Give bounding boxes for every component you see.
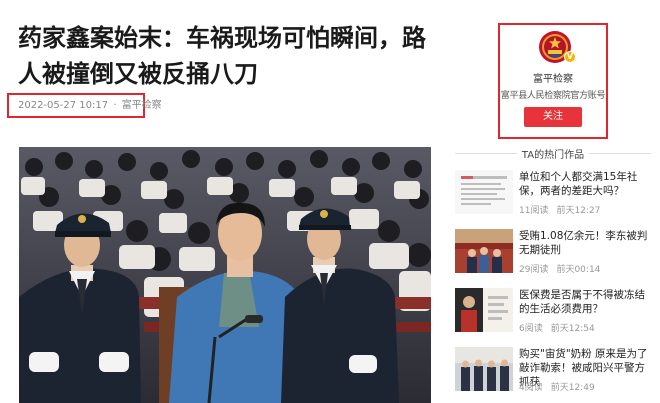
hot-item-stats: 29阅读 前天00:14: [519, 262, 600, 275]
verified-badge-icon: V: [564, 51, 576, 63]
hot-item-thumbnail[interactable]: [455, 229, 513, 273]
hot-item-stats: 11阅读 前天12:27: [519, 203, 600, 216]
article-photo: [19, 147, 431, 403]
hot-item-thumbnail[interactable]: [455, 170, 513, 214]
hot-item-title[interactable]: 受贿1.08亿余元！李东被判无期徒刑: [519, 229, 651, 257]
hot-item-stats: 6阅读 前天12:54: [519, 321, 595, 334]
meta-separator: ·: [113, 100, 117, 111]
hot-works-heading: TA的热门作品: [455, 146, 651, 161]
hot-item-thumbnail[interactable]: [455, 288, 513, 332]
hot-item[interactable]: 受贿1.08亿余元！李东被判无期徒刑 29阅读 前天00:14: [455, 229, 651, 285]
account-name[interactable]: 富平检察: [500, 70, 606, 85]
courtroom-photo: [19, 147, 431, 403]
hot-item-stats: 4阅读 前天12:49: [519, 380, 595, 393]
article-meta: 2022-05-27 10:17 · 富平检察: [7, 93, 162, 118]
article-title: 药家鑫案始末：车祸现场可怕瞬间，路人被撞倒又被反捅八刀: [18, 24, 426, 88]
hot-item-thumbnail[interactable]: [455, 347, 513, 391]
read-count: 29阅读: [519, 265, 549, 275]
hot-item-title[interactable]: 单位和个人都交满15年社保，两者的差距大吗？: [519, 170, 651, 198]
publish-time: 前天12:49: [550, 383, 595, 393]
source-link[interactable]: 富平检察: [122, 100, 162, 111]
read-count: 6阅读: [519, 324, 543, 334]
read-count: 11阅读: [519, 206, 549, 216]
publish-date: 2022-05-27 10:17: [18, 100, 109, 111]
hot-item[interactable]: 单位和个人都交满15年社保，两者的差距大吗？ 11阅读 前天12:27: [455, 170, 651, 226]
hot-item-title[interactable]: 医保费是否属于不得被冻结的生活必须费用？: [519, 288, 651, 316]
follow-button[interactable]: 关注: [524, 107, 582, 127]
read-count: 4阅读: [519, 383, 543, 393]
account-description: 富平县人民检察院官方账号: [500, 91, 606, 101]
hot-item[interactable]: 购买"宙货"奶粉 原来是为了敲诈勒索！被咸阳兴平警方抓获 4阅读 前天12:49: [455, 347, 651, 403]
publish-time: 前天12:27: [556, 206, 601, 216]
account-card: V 富平检察 富平县人民检察院官方账号 关注: [498, 23, 608, 139]
hot-item[interactable]: 医保费是否属于不得被冻结的生活必须费用？ 6阅读 前天12:54: [455, 288, 651, 344]
publish-time: 前天12:54: [550, 324, 595, 334]
procuratorate-emblem-icon[interactable]: V: [538, 30, 576, 64]
publish-time: 前天00:14: [556, 265, 601, 275]
